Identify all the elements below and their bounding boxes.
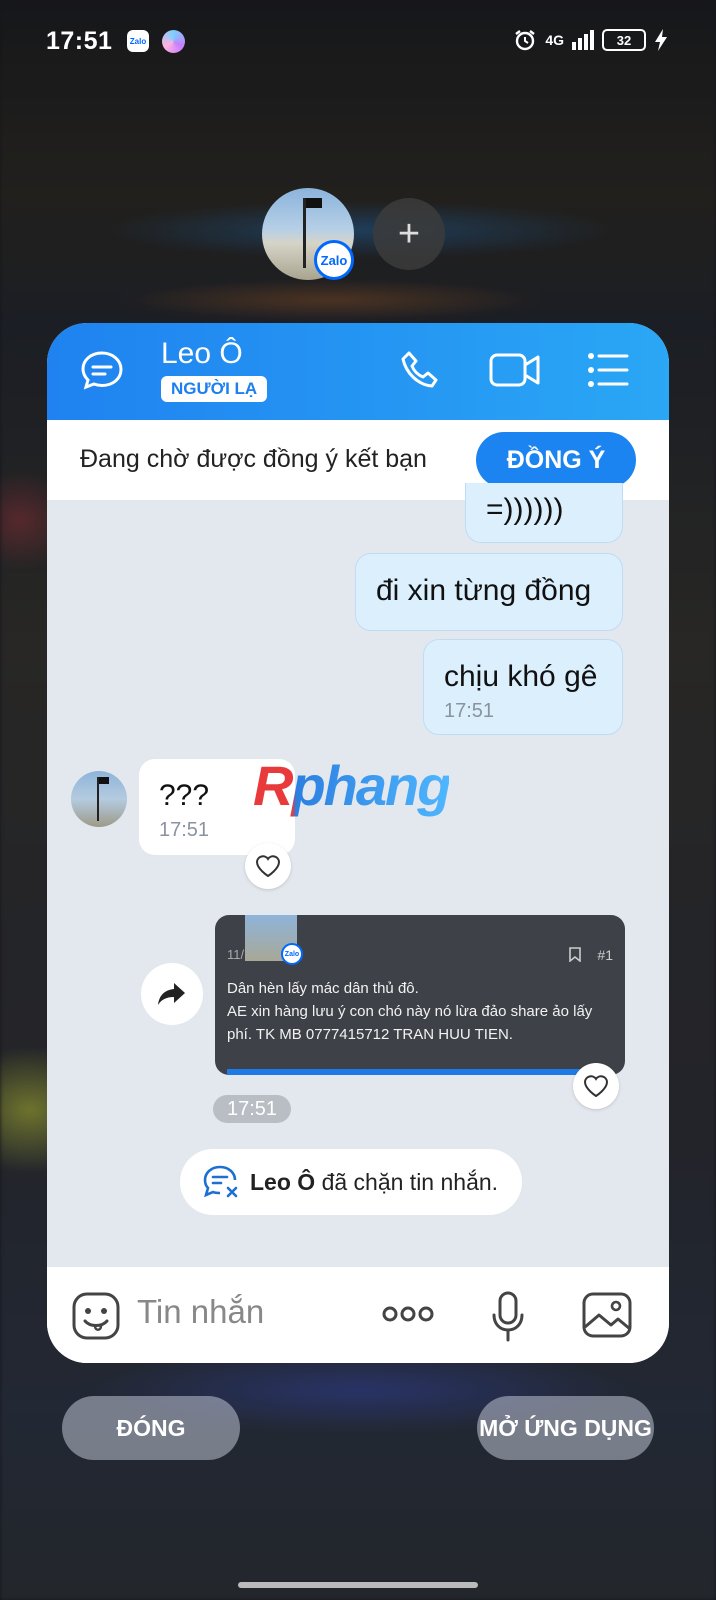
chat-bubble-icon[interactable] bbox=[80, 350, 124, 390]
avatar-flag bbox=[99, 777, 109, 784]
timestamp-pill: 17:51 bbox=[213, 1095, 291, 1123]
image-gallery-icon[interactable] bbox=[581, 1291, 633, 1339]
shared-post-line: phí. TK MB 0777415712 TRAN HUU TIEN. bbox=[227, 1026, 513, 1043]
more-options-icon[interactable] bbox=[381, 1305, 435, 1323]
add-bubble-button[interactable]: + bbox=[373, 198, 445, 270]
chat-panel: Leo Ô NGƯỜI LẠ Đang chờ được đồng ý kết … bbox=[47, 323, 669, 1363]
accept-friend-button[interactable]: ĐỒNG Ý bbox=[476, 432, 636, 488]
battery-icon: 32 bbox=[602, 29, 646, 51]
home-indicator[interactable] bbox=[238, 1582, 478, 1588]
heart-icon bbox=[583, 1075, 609, 1098]
close-button[interactable]: ĐÓNG bbox=[62, 1396, 240, 1460]
message-input-bar: Tin nhắn bbox=[47, 1267, 669, 1363]
menu-list-icon[interactable] bbox=[587, 349, 629, 391]
blocked-message-icon bbox=[203, 1165, 238, 1198]
open-app-button[interactable]: MỞ ỨNG DỤNG bbox=[477, 1396, 654, 1460]
status-bar: 17:51 Zalo 4G 32 bbox=[0, 0, 716, 86]
shared-post-body: Dân hèn lấy mác dân thủ đô. AE xin hàng … bbox=[227, 977, 613, 1046]
shared-post-number: #1 bbox=[597, 947, 613, 963]
phone-icon[interactable] bbox=[400, 349, 442, 391]
shared-post-thumbnail: Zalo bbox=[245, 915, 303, 965]
message-input[interactable]: Tin nhắn bbox=[137, 1293, 264, 1331]
blocked-notice-text: đã chặn tin nhắn. bbox=[321, 1168, 499, 1195]
shared-post-card[interactable]: Zalo 11/ #1 Dân hèn lấy mác dân thủ đô. … bbox=[215, 915, 625, 1075]
zalo-badge-icon: Zalo bbox=[314, 240, 354, 280]
forward-button[interactable] bbox=[141, 963, 203, 1025]
friend-request-text: Đang chờ được đồng ý kết bạn bbox=[80, 445, 427, 473]
react-heart-button[interactable] bbox=[245, 843, 291, 889]
zalo-notification-icon: Zalo bbox=[127, 30, 149, 52]
contact-name: Leo Ô bbox=[161, 337, 243, 370]
avatar-flag bbox=[306, 198, 322, 208]
share-arrow-icon bbox=[158, 983, 185, 1005]
blocked-notice: Leo Ô đã chặn tin nhắn. bbox=[180, 1149, 522, 1215]
alarm-icon bbox=[515, 30, 536, 51]
shared-post-date: 11/ bbox=[227, 947, 245, 962]
bookmark-icon[interactable] bbox=[569, 947, 581, 962]
shared-post-accent-bar bbox=[227, 1069, 587, 1075]
app-notification-icon bbox=[162, 30, 185, 53]
watermark-logo: Rphang bbox=[253, 754, 451, 817]
blocked-notice-name: Leo Ô bbox=[250, 1168, 316, 1195]
message-bubble-out[interactable]: đi xin từng đồng bbox=[355, 553, 623, 631]
microphone-icon[interactable] bbox=[491, 1291, 525, 1343]
message-text: đi xin từng đồng bbox=[376, 574, 592, 607]
avatar-flag-pole bbox=[303, 198, 306, 268]
signal-icon bbox=[572, 30, 594, 50]
message-bubble-out[interactable]: =)))))) bbox=[465, 483, 623, 543]
zalo-badge-icon: Zalo bbox=[281, 943, 303, 965]
shared-post-line: AE xin hàng lưu ý con chó này nó lừa đảo… bbox=[227, 1003, 593, 1020]
chat-header: Leo Ô NGƯỜI LẠ bbox=[47, 323, 669, 420]
message-time: 17:51 bbox=[159, 819, 210, 841]
network-type: 4G bbox=[545, 32, 564, 48]
message-text: =)))))) bbox=[486, 493, 564, 526]
sticker-icon[interactable] bbox=[71, 1291, 121, 1341]
peer-avatar[interactable] bbox=[71, 771, 127, 827]
shared-post-line: Dân hèn lấy mác dân thủ đô. bbox=[227, 980, 419, 997]
stranger-badge: NGƯỜI LẠ bbox=[161, 376, 268, 402]
charging-icon bbox=[655, 29, 667, 51]
heart-icon bbox=[255, 855, 281, 878]
react-heart-button[interactable] bbox=[573, 1063, 619, 1109]
message-time: 17:51 bbox=[444, 700, 495, 722]
message-bubble-out[interactable]: chịu khó gê 17:51 bbox=[423, 639, 623, 735]
message-text: chịu khó gê bbox=[444, 660, 598, 693]
status-right: 4G 32 bbox=[513, 28, 668, 52]
status-time: 17:51 bbox=[46, 27, 113, 55]
video-call-icon[interactable] bbox=[489, 349, 541, 391]
